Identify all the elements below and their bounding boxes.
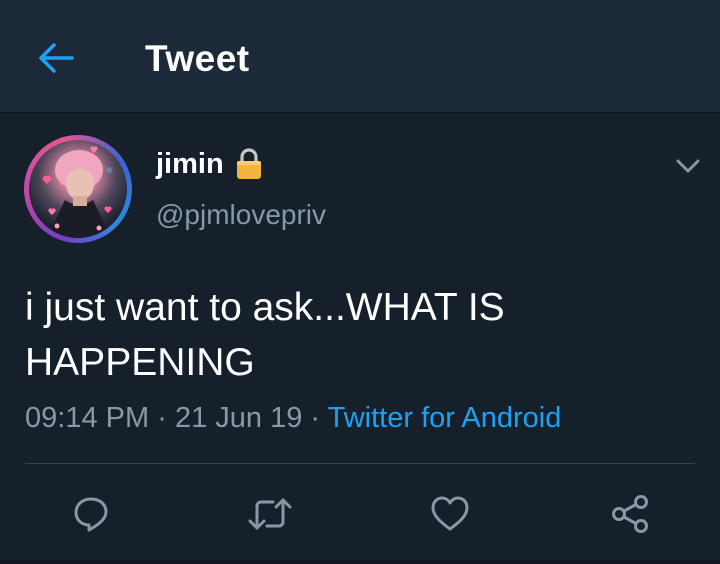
tweet-time: 09:14 PM xyxy=(25,402,150,434)
avatar[interactable] xyxy=(24,135,132,243)
arrow-left-icon xyxy=(39,43,74,73)
meta-separator: · xyxy=(157,402,167,434)
tweet-menu-button[interactable] xyxy=(672,152,704,180)
avatar-image xyxy=(29,140,127,238)
chevron-down-icon xyxy=(676,159,700,173)
user-handle[interactable]: @pjmlovepriv xyxy=(156,199,326,231)
tweet-meta: 09:14 PM · 21 Jun 19 · Twitter for Andro… xyxy=(25,402,561,435)
share-button[interactable] xyxy=(604,488,656,540)
reply-button[interactable] xyxy=(65,488,117,540)
like-button[interactable] xyxy=(424,488,476,540)
page-title: Tweet xyxy=(145,38,250,79)
lock-icon xyxy=(235,147,263,181)
reply-icon xyxy=(74,497,108,532)
divider xyxy=(25,463,695,464)
heart-icon xyxy=(431,496,469,531)
tweet-source-link[interactable]: Twitter for Android xyxy=(328,402,562,434)
top-bar: Tweet xyxy=(0,0,720,113)
back-button[interactable] xyxy=(30,32,82,84)
share-icon xyxy=(612,495,648,533)
meta-separator: · xyxy=(310,402,321,434)
retweet-button[interactable] xyxy=(244,488,296,540)
retweet-icon xyxy=(248,498,292,530)
display-name[interactable]: jimin xyxy=(156,148,224,181)
tweet-date: 21 Jun 19 xyxy=(174,402,303,434)
tweet-text: i just want to ask...WHAT IS HAPPENING xyxy=(25,286,505,384)
tweet-actions xyxy=(0,488,720,540)
bottom-divider xyxy=(0,560,720,564)
